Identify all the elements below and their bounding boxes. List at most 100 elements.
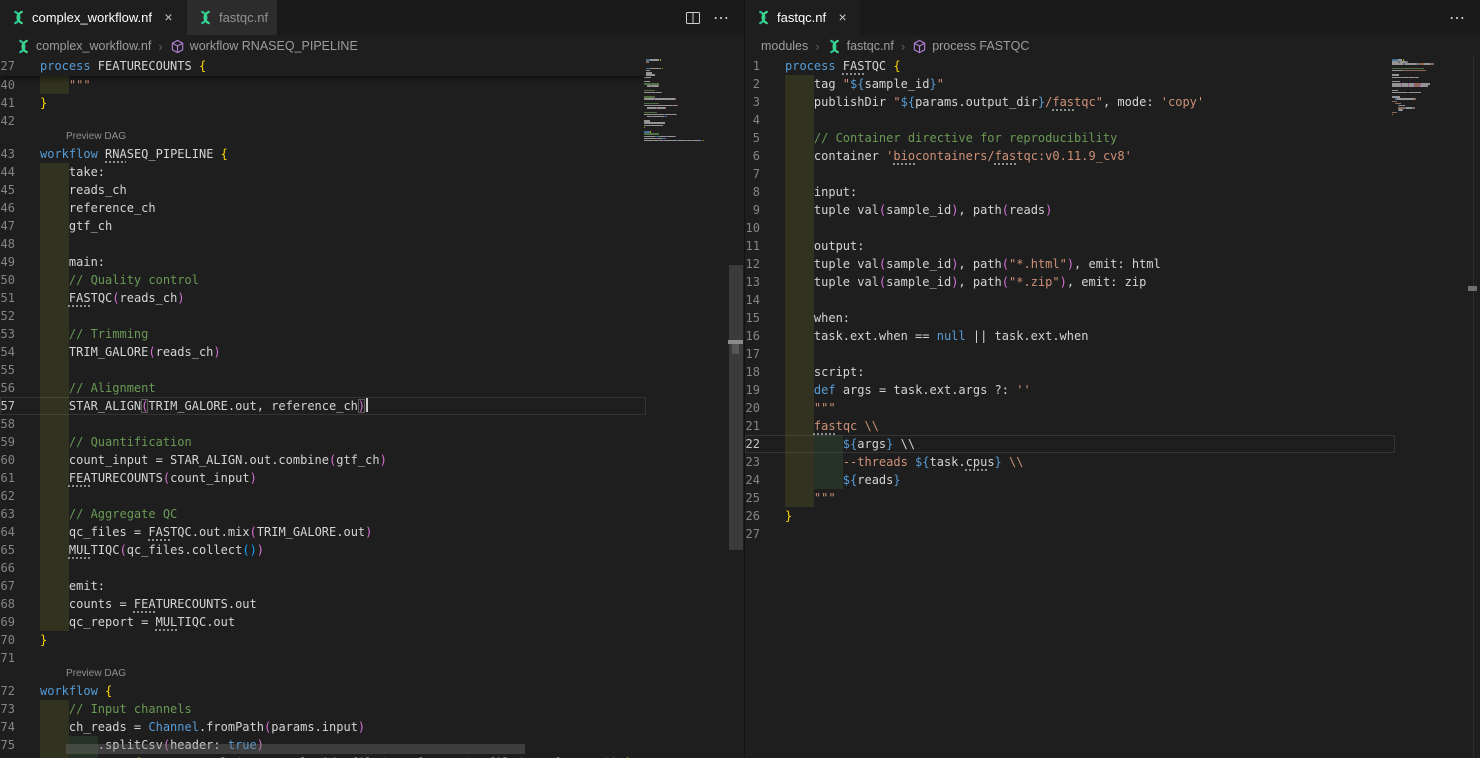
code-line[interactable]: 61 FEATURECOUNTS(count_input) (0, 469, 646, 487)
code-line[interactable]: 56 // Alignment (0, 379, 646, 397)
breadcrumb-item-modules[interactable]: modules (761, 39, 808, 53)
code-line[interactable]: 68 counts = FEATURECOUNTS.out (0, 595, 646, 613)
editor-group-left: complex_workflow.nf×fastqc.nf ⋯ complex_… (0, 0, 744, 758)
code-line[interactable]: 18 script: (745, 363, 1395, 381)
code-line[interactable]: 5 // Container directive for reproducibi… (745, 129, 1395, 147)
code-line[interactable]: 2 tag "${sample_id}" (745, 75, 1395, 93)
code-text: // Input channels (40, 700, 646, 718)
code-text: reads_ch (40, 181, 646, 199)
code-line[interactable]: 20 """ (745, 399, 1395, 417)
horizontal-scrollbar-left[interactable] (66, 744, 525, 754)
code-line[interactable]: 65 MULTIQC(qc_files.collect()) (0, 541, 646, 559)
code-line[interactable]: 22 ${args} \\ (745, 435, 1395, 453)
scrollbar-slider[interactable] (729, 265, 743, 550)
code-line[interactable]: 43workflow RNASEQ_PIPELINE { (0, 145, 646, 163)
tab-fastqc-nf[interactable]: fastqc.nf (187, 0, 278, 35)
code-line[interactable]: 24 ${reads} (745, 471, 1395, 489)
more-actions-button[interactable]: ⋯ (1449, 8, 1466, 28)
code-line[interactable]: 58 (0, 415, 646, 433)
code-line[interactable]: 49 main: (0, 253, 646, 271)
code-line[interactable]: 26} (745, 507, 1395, 525)
code-line[interactable]: 8 input: (745, 183, 1395, 201)
code-line[interactable]: 63 // Aggregate QC (0, 505, 646, 523)
code-line[interactable]: 48 (0, 235, 646, 253)
code-line[interactable]: 41} (0, 94, 646, 112)
code-line[interactable]: 25 """ (745, 489, 1395, 507)
code-line[interactable]: 54 TRIM_GALORE(reads_ch) (0, 343, 646, 361)
code-line[interactable]: 76 .map { row -> tuple(row.sample_id, fi… (0, 754, 646, 758)
breadcrumb-item-workflow-rnaseq-pipeline[interactable]: workflow RNASEQ_PIPELINE (170, 39, 358, 54)
code-line[interactable]: 62 (0, 487, 646, 505)
tab-complex-workflow-nf[interactable]: complex_workflow.nf× (0, 0, 187, 35)
code-text (40, 112, 646, 130)
line-number: 8 (745, 183, 785, 201)
code-line[interactable]: 45 reads_ch (0, 181, 646, 199)
code-line[interactable]: 59 // Quantification (0, 433, 646, 451)
breadcrumb-item-fastqc-nf[interactable]: fastqc.nf (827, 39, 894, 54)
code-line[interactable]: 6 container 'biocontainers/fastqc:v0.11.… (745, 147, 1395, 165)
code-line[interactable]: 7 (745, 165, 1395, 183)
code-line[interactable]: 70} (0, 631, 646, 649)
code-line[interactable]: 44 take: (0, 163, 646, 181)
code-text (40, 559, 646, 577)
code-line[interactable]: 72workflow { (0, 682, 646, 700)
code-line[interactable]: 13 tuple val(sample_id), path("*.zip"), … (745, 273, 1395, 291)
code-line[interactable]: 4 (745, 111, 1395, 129)
editor-right[interactable]: 1process FASTQC {2 tag "${sample_id}"3 p… (745, 57, 1480, 758)
code-line[interactable]: 3 publishDir "${params.output_dir}/fastq… (745, 93, 1395, 111)
code-line[interactable]: 12 tuple val(sample_id), path("*.html"),… (745, 255, 1395, 273)
code-line[interactable]: 66 (0, 559, 646, 577)
codelens-preview-dag[interactable]: Preview DAG (0, 130, 646, 145)
code-line[interactable]: 16 task.ext.when == null || task.ext.whe… (745, 327, 1395, 345)
code-line[interactable]: 10 (745, 219, 1395, 237)
code-line[interactable]: 74 ch_reads = Channel.fromPath(params.in… (0, 718, 646, 736)
code-text: ${reads} (785, 471, 1395, 489)
breadcrumb-item-process-fastqc[interactable]: process FASTQC (912, 39, 1029, 54)
split-editor-button[interactable] (685, 10, 701, 26)
code-line[interactable]: 50 // Quality control (0, 271, 646, 289)
tab-close-icon[interactable]: × (160, 9, 177, 26)
code-line[interactable]: 51 FASTQC(reads_ch) (0, 289, 646, 307)
code-line[interactable]: 55 (0, 361, 646, 379)
line-number: 66 (0, 559, 40, 577)
more-actions-button[interactable]: ⋯ (713, 8, 730, 28)
tab-close-icon[interactable]: × (834, 9, 851, 26)
breadcrumb-item-complex-workflow-nf[interactable]: complex_workflow.nf (16, 39, 151, 54)
code-line[interactable]: 27 (745, 525, 1395, 543)
code-line[interactable]: 23 --threads ${task.cpus} \\ (745, 453, 1395, 471)
minimap-left[interactable] (644, 59, 724, 142)
code-line[interactable]: 21 fastqc \\ (745, 417, 1395, 435)
code-line[interactable]: 71 (0, 649, 646, 667)
code-line[interactable]: 14 (745, 291, 1395, 309)
code-line[interactable]: 40 """ (0, 76, 646, 94)
minimap-right[interactable] (1392, 59, 1462, 118)
code-line[interactable]: 60 count_input = STAR_ALIGN.out.combine(… (0, 451, 646, 469)
code-line[interactable]: 52 (0, 307, 646, 325)
code-line[interactable]: 73 // Input channels (0, 700, 646, 718)
code-line[interactable]: 64 qc_files = FASTQC.out.mix(TRIM_GALORE… (0, 523, 646, 541)
code-line[interactable]: 67 emit: (0, 577, 646, 595)
code-line[interactable]: 42 (0, 112, 646, 130)
code-line[interactable]: 15 when: (745, 309, 1395, 327)
spellcheck-hint: fas (1052, 95, 1074, 109)
editor-left[interactable]: 27process FEATURECOUNTS {40 """41}42Prev… (0, 57, 744, 758)
breadcrumb-right: modules›fastqc.nf›process FASTQC (745, 35, 1480, 57)
code-line[interactable]: 69 qc_report = MULTIQC.out (0, 613, 646, 631)
code-line[interactable]: 17 (745, 345, 1395, 363)
line-number: 9 (745, 201, 785, 219)
tab-fastqc-nf[interactable]: fastqc.nf× (745, 0, 861, 35)
codelens-preview-dag[interactable]: Preview DAG (0, 667, 646, 682)
code-line[interactable]: 9 tuple val(sample_id), path(reads) (745, 201, 1395, 219)
line-number: 3 (745, 93, 785, 111)
code-line[interactable]: 46 reference_ch (0, 199, 646, 217)
code-line[interactable]: 19 def args = task.ext.args ?: '' (745, 381, 1395, 399)
code-line[interactable]: 1process FASTQC { (745, 57, 1395, 75)
code-line[interactable]: 11 output: (745, 237, 1395, 255)
code-line[interactable]: 47 gtf_ch (0, 217, 646, 235)
sash-drag-handle[interactable] (728, 340, 743, 356)
vertical-scrollbar-left[interactable] (729, 57, 744, 758)
code-line[interactable]: 57 STAR_ALIGN(TRIM_GALORE.out, reference… (0, 397, 646, 415)
sticky-scroll-line[interactable]: 27process FEATURECOUNTS { (0, 57, 646, 76)
code-line[interactable]: 53 // Trimming (0, 325, 646, 343)
code-text: workflow RNASEQ_PIPELINE { (40, 145, 646, 163)
